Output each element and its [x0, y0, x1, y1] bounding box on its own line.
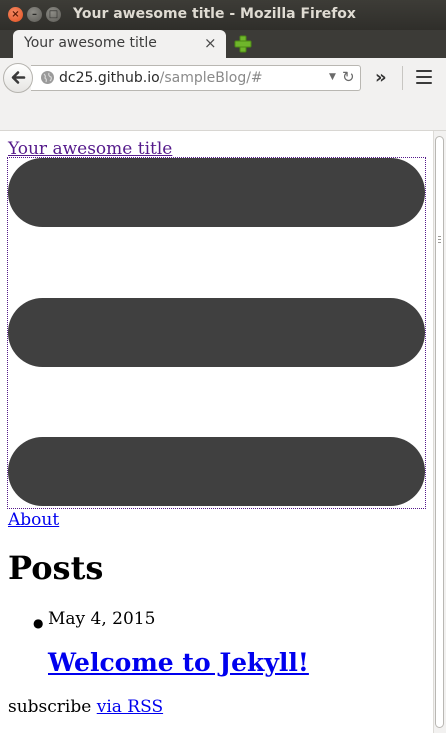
post-title-link[interactable]: Welcome to Jekyll! [48, 648, 309, 677]
about-link[interactable]: About [8, 510, 59, 530]
post-date: May 4, 2015 [48, 609, 156, 629]
toolbar-spacer [0, 100, 446, 130]
site-title-link[interactable]: Your awesome title [8, 139, 172, 159]
window-maximize-button[interactable]: □ [46, 7, 61, 22]
rss-link[interactable]: via RSS [97, 697, 163, 717]
window-title: Your awesome title - Mozilla Firefox [73, 6, 356, 22]
overflow-chevron-icon[interactable]: » [375, 67, 387, 88]
globe-icon[interactable] [40, 70, 55, 85]
page-content: Your awesome title About Posts ● May 4, … [0, 131, 432, 733]
scrollbar-grip [438, 236, 441, 246]
url-host: dc25.github.io [59, 70, 160, 86]
tab-close-icon[interactable]: × [204, 34, 217, 52]
url-path: /sampleBlog/# [159, 70, 263, 86]
list-bullet: ● [33, 616, 44, 630]
menu-bar-middle [8, 298, 425, 367]
subscribe-line: subscribe via RSS [8, 697, 163, 717]
toolbar-separator [402, 66, 403, 90]
window-minimize-button[interactable]: – [27, 7, 42, 22]
back-button[interactable] [3, 63, 33, 93]
history-dropdown-icon[interactable]: ▼ [329, 72, 336, 82]
reload-icon[interactable]: ↻ [342, 68, 355, 86]
tab-label: Your awesome title [24, 35, 157, 51]
subscribe-text: subscribe [8, 697, 97, 717]
hamburger-menu-icon[interactable] [416, 70, 432, 84]
window-close-button[interactable]: × [8, 7, 23, 22]
url-text[interactable]: dc25.github.io/sampleBlog/# [59, 70, 263, 86]
tab-active[interactable]: Your awesome title × [13, 30, 226, 58]
menu-bar-top [8, 158, 425, 227]
menu-bar-bottom [8, 437, 425, 506]
scrollbar-thumb[interactable] [435, 136, 444, 728]
back-arrow-icon [11, 71, 26, 84]
posts-heading: Posts [8, 549, 104, 587]
plus-icon[interactable] [234, 35, 252, 53]
